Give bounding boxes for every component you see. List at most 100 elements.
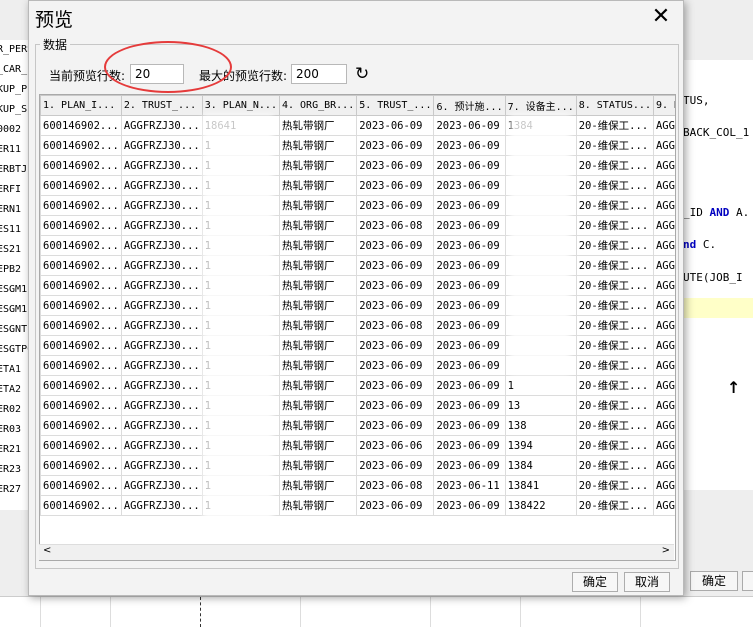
table-cell[interactable]: 2023-06-09 <box>433 175 506 196</box>
table-cell[interactable]: AGGFR <box>652 275 675 296</box>
list-item[interactable]: KUP_S <box>0 100 28 120</box>
column-header[interactable]: 9. DEP <box>652 95 675 116</box>
table-cell[interactable]: AGGFR <box>652 355 675 376</box>
table-cell[interactable]: 1394 <box>504 435 577 456</box>
table-row[interactable]: 600146902...AGGFRZJ30...1热轧带钢厂2023-06-06… <box>40 435 675 456</box>
table-cell[interactable]: 热轧带钢厂 <box>278 235 358 256</box>
table-cell[interactable]: 2023-06-09 <box>433 435 506 456</box>
table-cell[interactable]: 热轧带钢厂 <box>278 375 358 396</box>
table-cell[interactable]: AGGFRZJ30... <box>120 195 203 216</box>
table-cell[interactable]: 20-维保工... <box>575 335 654 356</box>
table-cell[interactable]: AGGFR <box>652 415 675 436</box>
table-cell[interactable]: 20-维保工... <box>575 415 654 436</box>
table-row[interactable]: 600146902...AGGFRZJ30...1热轧带钢厂2023-06-09… <box>40 235 675 256</box>
table-cell[interactable]: AGGFRZJ30... <box>120 255 203 276</box>
table-row[interactable]: 600146902...AGGFRZJ30...1热轧带钢厂2023-06-09… <box>40 155 675 176</box>
table-row[interactable]: 600146902...AGGFRZJ30...1热轧带钢厂2023-06-09… <box>40 175 675 196</box>
list-item[interactable]: KUP_PI <box>0 80 28 100</box>
table-cell[interactable]: 2023-06-09 <box>433 155 506 176</box>
list-item[interactable]: ER03 <box>0 420 28 440</box>
table-cell[interactable]: 2023-06-09 <box>433 455 506 476</box>
table-cell[interactable]: AGGFR <box>652 195 675 216</box>
table-cell[interactable]: AGGFRZJ30... <box>120 115 203 136</box>
table-cell[interactable]: AGGFR <box>652 115 675 136</box>
table-cell[interactable]: 20-维保工... <box>575 295 654 316</box>
table-cell[interactable]: 2023-06-09 <box>433 115 506 136</box>
table-cell[interactable]: 热轧带钢厂 <box>278 215 358 236</box>
table-cell[interactable]: 20-维保工... <box>575 215 654 236</box>
column-header[interactable]: 2. TRUST_... <box>120 95 203 116</box>
table-cell[interactable]: AGGFR <box>652 335 675 356</box>
table-cell[interactable]: 600146902... <box>40 115 122 136</box>
table-cell[interactable]: AGGFRZJ30... <box>120 295 203 316</box>
table-cell[interactable]: AGGFR <box>652 155 675 176</box>
table-row[interactable]: 600146902...AGGFRZJ30...1热轧带钢厂2023-06-09… <box>40 495 675 516</box>
table-row[interactable]: 600146902...AGGFRZJ30...1热轧带钢厂2023-06-09… <box>40 295 675 316</box>
table-cell[interactable]: AGGFR <box>652 475 675 496</box>
table-cell[interactable]: 热轧带钢厂 <box>278 355 358 376</box>
table-cell[interactable]: 热轧带钢厂 <box>278 335 358 356</box>
list-item[interactable]: ER27 <box>0 480 28 500</box>
table-cell[interactable]: 热轧带钢厂 <box>278 475 358 496</box>
table-cell[interactable]: 600146902... <box>40 275 122 296</box>
table-cell[interactable]: AGGFRZJ30... <box>120 415 203 436</box>
table-cell[interactable]: 600146902... <box>40 335 122 356</box>
list-item[interactable]: 0002 <box>0 120 28 140</box>
table-cell[interactable]: 2023-06-09 <box>433 135 506 156</box>
table-cell[interactable]: 20-维保工... <box>575 355 654 376</box>
table-cell[interactable]: AGGFRZJ30... <box>120 315 203 336</box>
table-cell[interactable]: AGGFRZJ30... <box>120 495 203 516</box>
table-row[interactable]: 600146902...AGGFRZJ30...1热轧带钢厂2023-06-09… <box>40 195 675 216</box>
table-cell[interactable]: 20-维保工... <box>575 375 654 396</box>
list-item[interactable]: ER21 <box>0 440 28 460</box>
table-cell[interactable]: 20-维保工... <box>575 135 654 156</box>
list-item[interactable]: ETA2 <box>0 380 28 400</box>
table-cell[interactable]: AGGFR <box>652 395 675 416</box>
table-cell[interactable]: 20-维保工... <box>575 475 654 496</box>
table-cell[interactable]: AGGFRZJ30... <box>120 455 203 476</box>
table-cell[interactable]: AGGFRZJ30... <box>120 475 203 496</box>
list-item[interactable]: ER11 <box>0 140 28 160</box>
table-cell[interactable]: 20-维保工... <box>575 495 654 516</box>
table-cell[interactable]: 热轧带钢厂 <box>278 495 358 516</box>
table-cell[interactable]: AGGFR <box>652 255 675 276</box>
table-cell[interactable]: 138422 <box>504 495 577 516</box>
table-cell[interactable]: 热轧带钢厂 <box>278 155 358 176</box>
table-cell[interactable]: 2023-06-09 <box>433 195 506 216</box>
table-cell[interactable]: 热轧带钢厂 <box>278 175 358 196</box>
table-cell[interactable]: AGGFRZJ30... <box>120 395 203 416</box>
horizontal-scrollbar[interactable]: < > <box>39 544 674 560</box>
table-row[interactable]: 600146902...AGGFRZJ30...1热轧带钢厂2023-06-08… <box>40 475 675 496</box>
table-cell[interactable]: AGGFRZJ30... <box>120 355 203 376</box>
table-cell[interactable]: 2023-06-09 <box>433 355 506 376</box>
table-cell[interactable]: 热轧带钢厂 <box>278 315 358 336</box>
table-cell[interactable]: 热轧带钢厂 <box>278 415 358 436</box>
table-cell[interactable]: 2023-06-09 <box>356 495 435 516</box>
table-cell[interactable]: 13 <box>504 395 577 416</box>
list-item[interactable]: ERFI <box>0 180 28 200</box>
list-item[interactable]: ER23 <box>0 460 28 480</box>
table-row[interactable]: 600146902...AGGFRZJ30...1热轧带钢厂2023-06-09… <box>40 375 675 396</box>
table-cell[interactable]: 2023-06-06 <box>356 435 435 456</box>
table-cell[interactable]: 热轧带钢厂 <box>278 395 358 416</box>
background-ok-button[interactable]: 确定 <box>690 571 738 591</box>
table-row[interactable]: 600146902...AGGFRZJ30...1热轧带钢厂2023-06-09… <box>40 415 675 436</box>
table-cell[interactable]: 2023-06-09 <box>356 235 435 256</box>
column-header[interactable]: 1. PLAN_I... <box>40 95 122 116</box>
table-cell[interactable]: 600146902... <box>40 195 122 216</box>
table-cell[interactable]: AGGFR <box>652 495 675 516</box>
table-cell[interactable]: 2023-06-09 <box>356 155 435 176</box>
table-cell[interactable]: 600146902... <box>40 135 122 156</box>
table-cell[interactable]: 20-维保工... <box>575 155 654 176</box>
table-cell[interactable]: 2023-06-09 <box>433 495 506 516</box>
refresh-icon[interactable]: ↻ <box>355 64 369 84</box>
table-cell[interactable]: 20-维保工... <box>575 175 654 196</box>
table-cell[interactable]: 2023-06-09 <box>433 295 506 316</box>
table-cell[interactable]: AGGFRZJ30... <box>120 155 203 176</box>
table-cell[interactable]: 600146902... <box>40 355 122 376</box>
table-cell[interactable]: 600146902... <box>40 175 122 196</box>
table-cell[interactable]: 2023-06-09 <box>433 215 506 236</box>
background-button[interactable] <box>742 571 753 591</box>
table-cell[interactable]: 热轧带钢厂 <box>278 435 358 456</box>
table-cell[interactable]: 2023-06-09 <box>433 375 506 396</box>
